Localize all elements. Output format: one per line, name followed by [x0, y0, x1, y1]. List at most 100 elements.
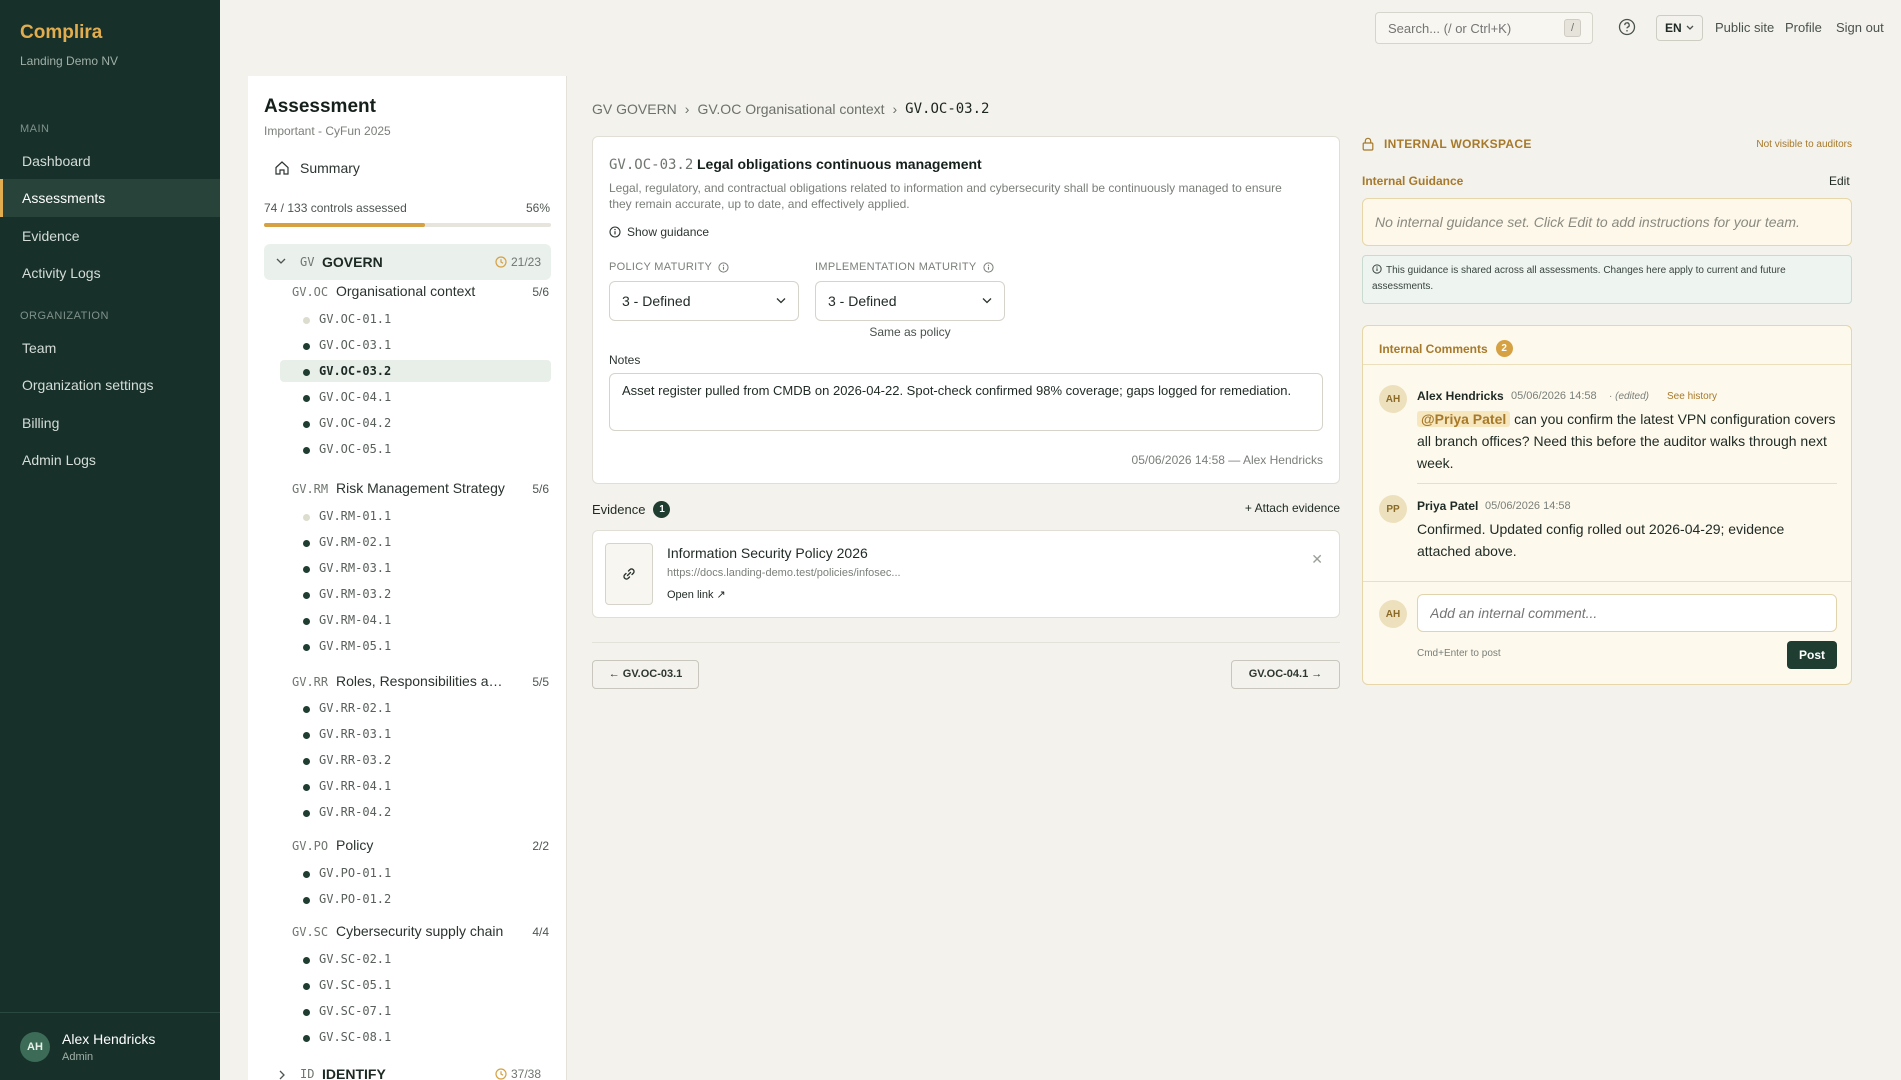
control-item[interactable]: GV.RR-03.1 [280, 723, 551, 745]
breadcrumb-group[interactable]: GV GOVERN [592, 101, 677, 117]
control-item[interactable]: GV.SC-08.1 [280, 1026, 551, 1048]
sidebar-item-evidence[interactable]: Evidence [0, 217, 220, 255]
progress-bar-fill [264, 223, 425, 227]
divider [592, 642, 1340, 643]
show-guidance-button[interactable]: Show guidance [609, 225, 709, 239]
group-identify[interactable]: ID IDENTIFY 37/38 [264, 1060, 551, 1080]
control-item[interactable]: GV.SC-02.1 [280, 948, 551, 970]
control-item[interactable]: GV.OC-04.1 [280, 386, 551, 408]
policy-maturity-select[interactable]: 3 - Defined [609, 281, 799, 321]
status-dot [303, 592, 310, 599]
progress-label: 74 / 133 controls assessed [264, 201, 407, 215]
control-item[interactable]: GV.OC-03.2 [280, 360, 551, 382]
breadcrumb-section[interactable]: GV.OC Organisational context [697, 101, 884, 117]
control-id: GV.OC-04.1 [319, 390, 392, 404]
implementation-maturity-select[interactable]: 3 - Defined [815, 281, 1005, 321]
status-dot [303, 871, 310, 878]
comment-author: Priya Patel [1417, 499, 1479, 513]
info-icon[interactable] [718, 261, 729, 273]
control-id: GV.SC-02.1 [319, 952, 392, 966]
sidebar-item-team[interactable]: Team [0, 329, 220, 367]
sidebar-item-admin-logs[interactable]: Admin Logs [0, 441, 220, 479]
see-history-link[interactable]: See history [1667, 391, 1717, 402]
sidebar-item-dashboard[interactable]: Dashboard [0, 142, 220, 180]
control-item[interactable]: GV.RR-02.1 [280, 697, 551, 719]
public-site-link[interactable]: Public site [1715, 20, 1774, 35]
control-item[interactable]: GV.PO-01.1 [280, 862, 551, 884]
attach-evidence-button[interactable]: + Attach evidence [1245, 501, 1340, 515]
control-item[interactable]: GV.RM-05.1 [280, 635, 551, 657]
open-link-button[interactable]: Open link ↗ [667, 588, 726, 601]
comment-text: @Priya Patel can you confirm the latest … [1417, 408, 1837, 474]
info-icon[interactable] [982, 261, 994, 273]
status-dot [303, 447, 310, 454]
section-gv-sc[interactable]: GV.SC Cybersecurity supply chain 4/4 [292, 922, 551, 944]
section-gv-rm[interactable]: GV.RM Risk Management Strategy 5/6 [292, 479, 551, 501]
group-count: 21/23 [495, 255, 541, 269]
sidebar-item-billing[interactable]: Billing [0, 404, 220, 442]
control-item[interactable]: GV.RR-04.1 [280, 775, 551, 797]
control-item[interactable]: GV.OC-04.2 [280, 412, 551, 434]
control-item[interactable]: GV.SC-07.1 [280, 1000, 551, 1022]
group-govern[interactable]: GV GOVERN 21/23 [264, 244, 551, 280]
edit-guidance-button[interactable]: Edit [1829, 174, 1850, 188]
control-id: GV.RR-04.1 [319, 779, 392, 793]
control-id: GV.PO-01.2 [319, 892, 392, 906]
sign-out-link[interactable]: Sign out [1836, 20, 1884, 35]
evidence-label: Evidence 1 [592, 501, 671, 518]
implementation-maturity-label-text: IMPLEMENTATION MATURITY [815, 261, 977, 273]
internal-comments-header: Internal Comments 2 [1379, 340, 1513, 357]
notes-textarea[interactable]: Asset register pulled from CMDB on 2026-… [609, 373, 1323, 431]
same-as-policy-hint: Same as policy [869, 325, 951, 339]
control-item[interactable]: GV.RM-02.1 [280, 531, 551, 553]
control-item[interactable]: GV.RM-04.1 [280, 609, 551, 631]
sidebar-item-assessments[interactable]: Assessments [0, 179, 220, 217]
control-item[interactable]: GV.OC-03.1 [280, 334, 551, 356]
control-item[interactable]: GV.OC-01.1 [280, 308, 551, 330]
control-item[interactable]: GV.RM-03.1 [280, 557, 551, 579]
control-id: GV.OC-03.1 [319, 338, 392, 352]
control-id: GV.RM-05.1 [319, 639, 392, 653]
user-menu[interactable]: AH Alex Hendricks Admin [0, 1012, 220, 1080]
group-code: ID [300, 1067, 315, 1080]
control-item[interactable]: GV.OC-05.1 [280, 438, 551, 460]
group-name: GOVERN [322, 254, 383, 270]
search-input[interactable] [1375, 12, 1593, 44]
breadcrumb-separator-icon: › [684, 101, 690, 117]
control-item[interactable]: GV.RR-03.2 [280, 749, 551, 771]
comment-body: Confirmed. Updated config rolled out 202… [1417, 521, 1785, 559]
comment-mention[interactable]: @Priya Patel [1417, 411, 1511, 427]
assessment-tree-panel: Assessment Important - CyFun 2025 Summar… [248, 76, 567, 1080]
summary-link[interactable]: Summary [274, 160, 360, 176]
profile-link[interactable]: Profile [1785, 20, 1822, 35]
comment-item: AH Alex Hendricks 05/06/2026 14:58 · (ed… [1379, 385, 1837, 475]
control-id: GV.RR-02.1 [319, 701, 392, 715]
previous-control-button[interactable]: ← GV.OC-03.1 [592, 660, 699, 689]
new-comment-input[interactable] [1417, 594, 1837, 632]
control-item[interactable]: GV.RM-01.1 [280, 505, 551, 527]
comment-time: 05/06/2026 14:58 [1511, 390, 1597, 402]
post-comment-button[interactable]: Post [1787, 641, 1837, 669]
control-item[interactable]: GV.SC-05.1 [280, 974, 551, 996]
status-dot [303, 566, 310, 573]
implementation-maturity-label: IMPLEMENTATION MATURITY [815, 261, 994, 273]
section-gv-rr[interactable]: GV.RR Roles, Responsibilities and Authori… [292, 672, 551, 694]
language-select[interactable]: EN [1656, 15, 1703, 41]
status-dot [303, 1035, 310, 1042]
chevron-down-icon [982, 298, 992, 304]
section-gv-oc[interactable]: GV.OC Organisational context 5/6 [292, 282, 551, 304]
summary-label: Summary [300, 160, 360, 176]
remove-evidence-icon[interactable]: ✕ [1311, 551, 1323, 568]
sidebar-item-organization-settings[interactable]: Organization settings [0, 366, 220, 404]
home-icon [275, 161, 289, 175]
control-item[interactable]: GV.RR-04.2 [280, 801, 551, 823]
internal-comments-card: Internal Comments 2 AH Alex Hendricks 05… [1362, 325, 1852, 685]
next-control-button[interactable]: GV.OC-04.1 → [1231, 660, 1340, 689]
sidebar-item-activity-logs[interactable]: Activity Logs [0, 254, 220, 292]
policy-maturity-label: POLICY MATURITY [609, 261, 729, 273]
brand-logo[interactable]: Complira [20, 22, 102, 44]
help-icon[interactable] [1618, 18, 1636, 36]
control-item[interactable]: GV.RM-03.2 [280, 583, 551, 605]
section-gv-po[interactable]: GV.PO Policy 2/2 [292, 836, 551, 858]
control-item[interactable]: GV.PO-01.2 [280, 888, 551, 910]
